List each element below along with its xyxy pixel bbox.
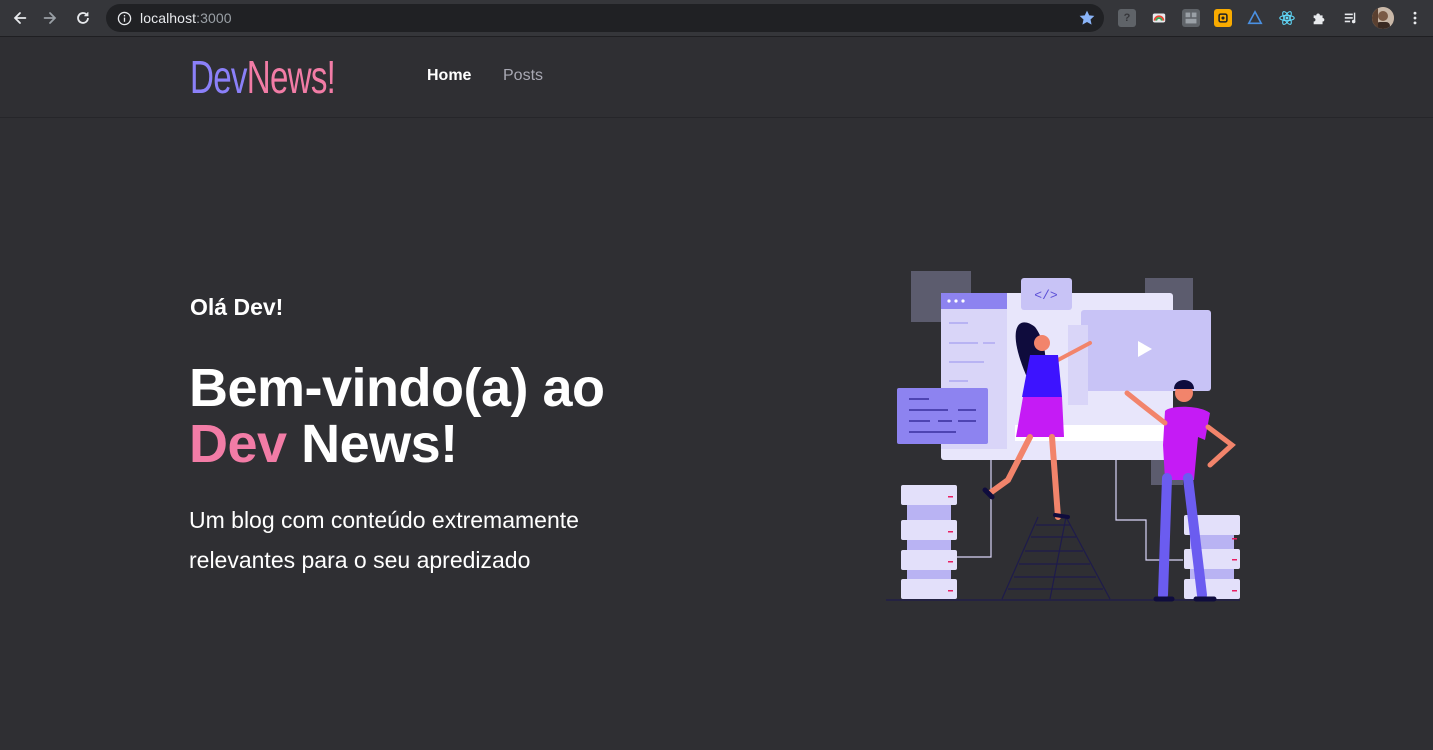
menu-kebab-icon[interactable] <box>1406 9 1424 27</box>
profile-avatar[interactable] <box>1372 7 1394 29</box>
nav-link-posts[interactable]: Posts <box>503 67 543 85</box>
back-icon <box>13 12 27 24</box>
url-port: :3000 <box>196 10 232 26</box>
illustration-code-tag: </> <box>1034 288 1058 303</box>
illustration-ladder <box>1001 516 1111 600</box>
hero-title-accent: Dev <box>189 414 287 474</box>
extensions-puzzle-icon[interactable] <box>1310 9 1328 27</box>
forward-button[interactable] <box>34 0 66 36</box>
url-text: localhost:3000 <box>140 10 232 26</box>
hero-title-line1: Bem-vindo(a) ao <box>189 358 605 418</box>
site-header: DevNews! Home Posts <box>0 37 1433 118</box>
logo-news-text: News! <box>246 51 336 103</box>
site-logo[interactable]: DevNews! <box>190 51 336 103</box>
rainbow-extension-icon[interactable] <box>1150 9 1168 27</box>
address-bar[interactable]: localhost:3000 <box>106 4 1104 32</box>
hero-subtitle: Um blog com conteúdo extremamente releva… <box>189 507 579 573</box>
hero-title: Bem-vindo(a) ao Dev News! <box>189 360 749 472</box>
hero-title-rest: News! <box>301 414 458 474</box>
browser-toolbar: localhost:3000 ? <box>0 0 1433 37</box>
back-button[interactable] <box>4 0 36 36</box>
info-icon[interactable] <box>116 10 132 26</box>
hero-illustration: </> <box>886 271 1240 602</box>
nav-link-home[interactable]: Home <box>427 67 471 85</box>
react-devtools-icon[interactable] <box>1278 9 1296 27</box>
hero-greeting: Olá Dev! <box>190 294 284 320</box>
bookmark-star-icon[interactable] <box>1078 9 1096 27</box>
help-extension-icon[interactable]: ? <box>1118 9 1136 27</box>
logo-dev-text: Dev <box>190 51 247 103</box>
yellow-extension-icon[interactable] <box>1214 9 1232 27</box>
forward-icon <box>43 12 57 24</box>
reload-button[interactable] <box>67 0 99 36</box>
illustration-window-bar <box>941 293 1007 309</box>
reload-icon <box>77 12 89 24</box>
url-host: localhost <box>140 10 197 26</box>
grid-extension-icon[interactable] <box>1182 9 1200 27</box>
prisma-extension-icon[interactable] <box>1246 9 1264 27</box>
media-control-icon[interactable] <box>1342 9 1360 27</box>
illustration-side-panel <box>897 388 988 444</box>
